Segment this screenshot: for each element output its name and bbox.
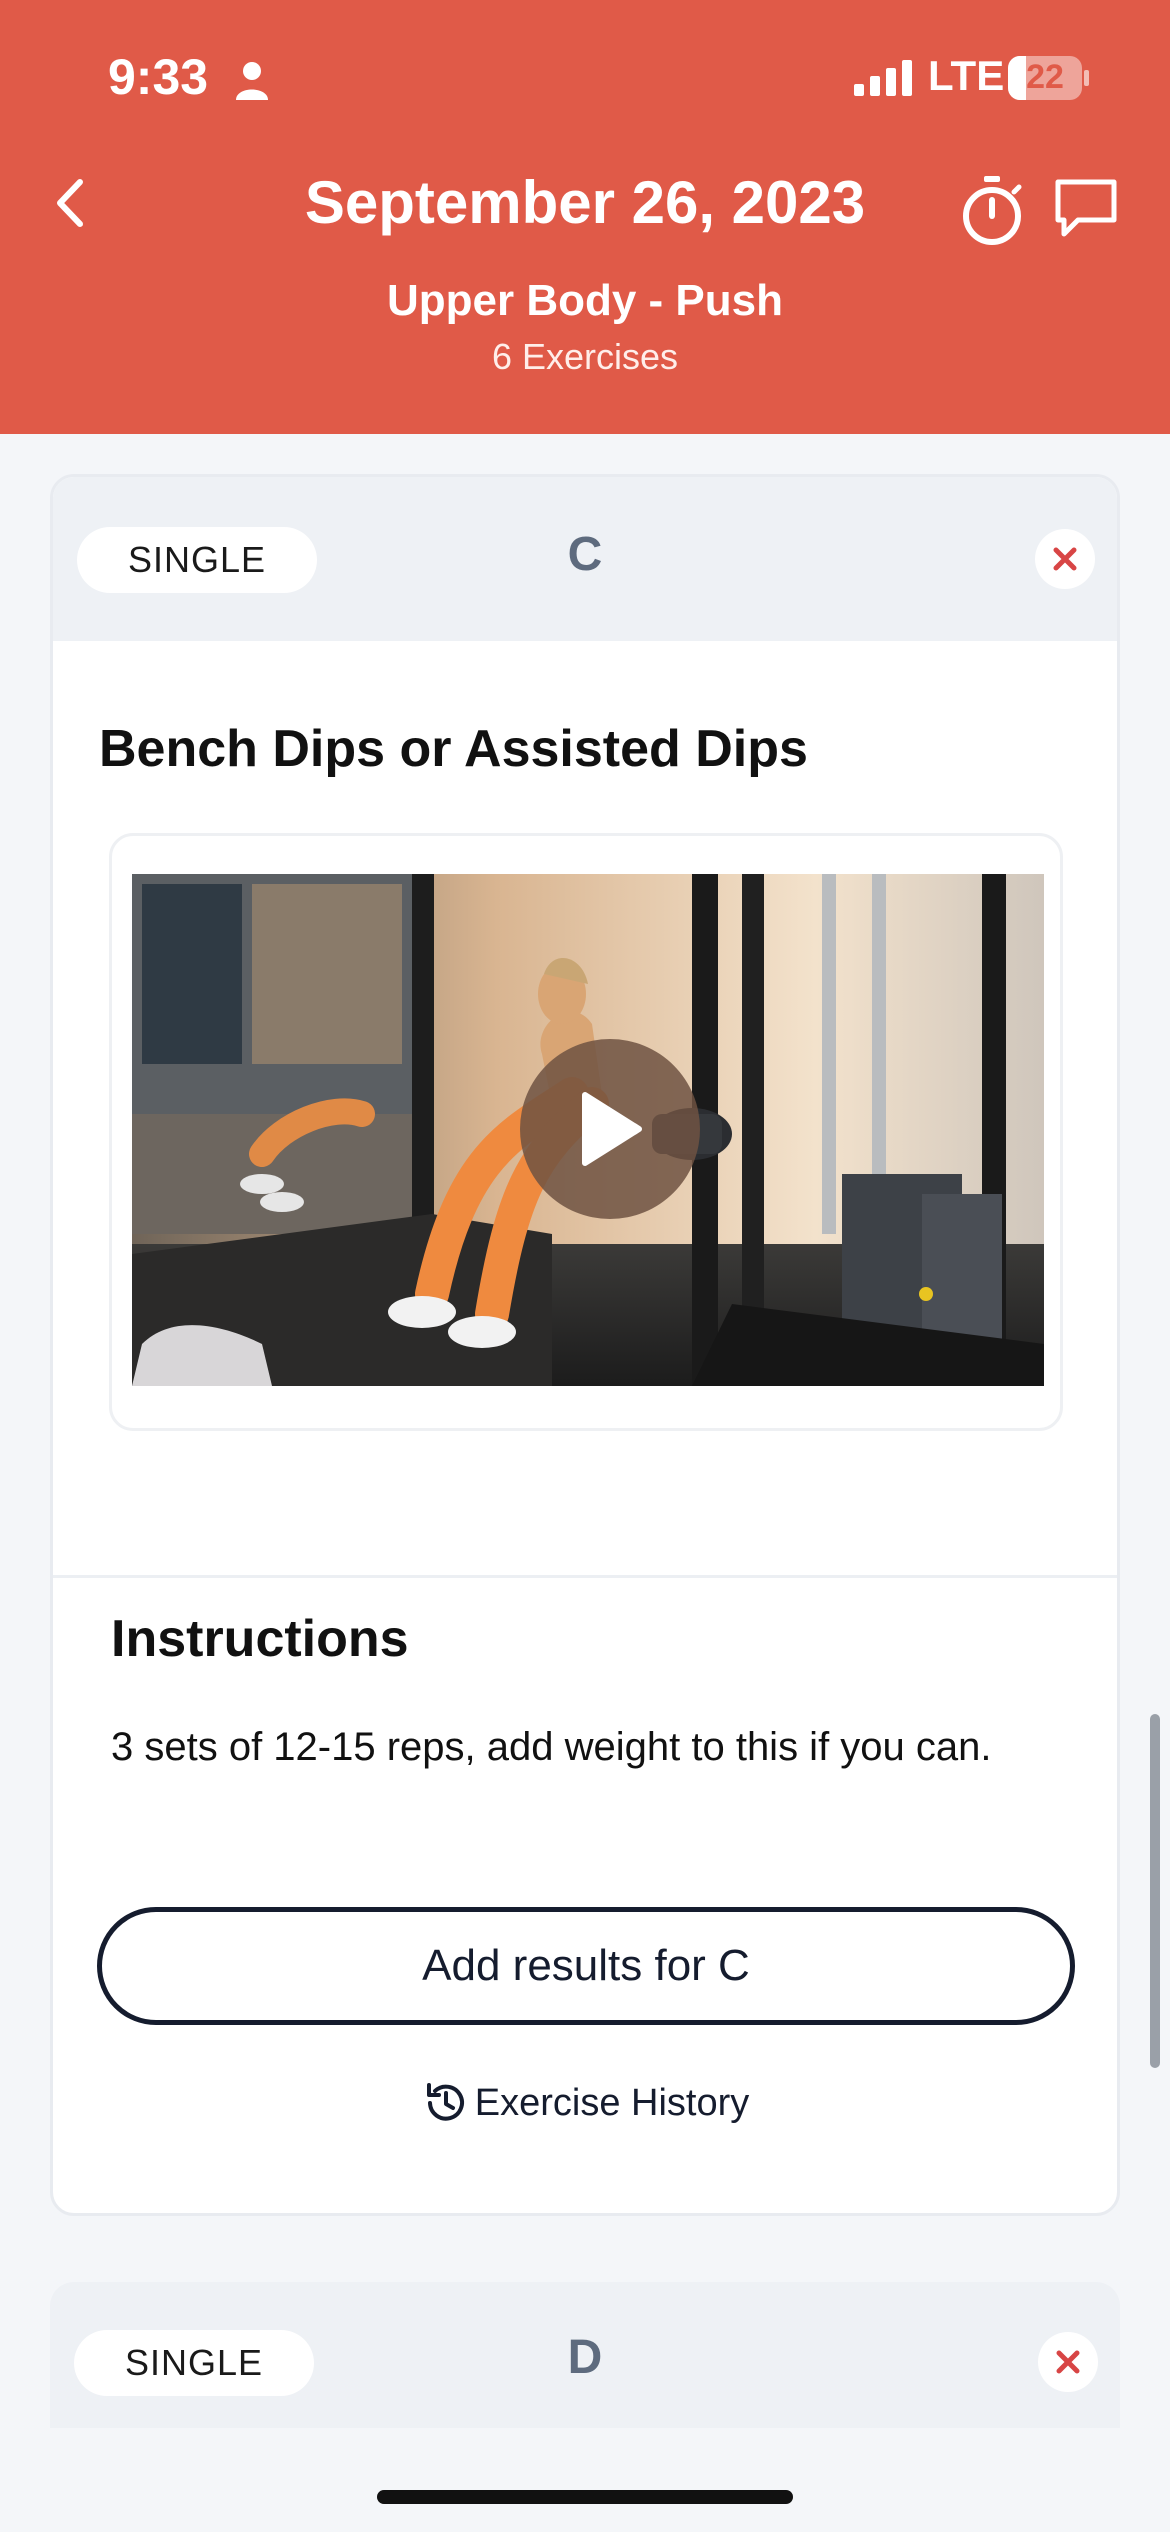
card-header: SINGLE C <box>53 477 1117 641</box>
play-icon <box>582 1092 642 1166</box>
stopwatch-icon[interactable] <box>958 174 1026 248</box>
exercise-letter: D <box>567 2331 603 2384</box>
chat-bubble-icon[interactable] <box>1052 176 1120 240</box>
video-thumbnail[interactable] <box>132 874 1044 1386</box>
cellular-signal-icon <box>854 60 912 96</box>
workout-name: Upper Body - Push <box>386 276 784 325</box>
header: 9:33 LTE 22 September 26, 2023 Upper Bod… <box>0 0 1170 434</box>
exercise-letter: C <box>567 528 603 581</box>
instructions-text: 3 sets of 12-15 reps, add weight to this… <box>111 1725 992 1769</box>
exercise-history-link[interactable]: Exercise History <box>53 2075 1117 2131</box>
bottom-area <box>0 2428 1170 2532</box>
status-time: 9:33 <box>108 49 209 105</box>
home-indicator[interactable] <box>377 2490 793 2504</box>
exercise-history-label: Exercise History <box>474 2081 750 2124</box>
remove-exercise-button[interactable] <box>1038 2332 1098 2392</box>
exercise-title: Bench Dips or Assisted Dips <box>99 720 808 778</box>
exercise-video <box>109 833 1063 1431</box>
exercise-count: 6 Exercises <box>491 336 679 377</box>
exercise-card-c: SINGLE C Bench Dips or Assisted Dips Ins… <box>50 474 1120 2216</box>
divider <box>53 1575 1117 1578</box>
battery-icon: 22 <box>1008 56 1089 100</box>
add-results-button[interactable]: Add results for C <box>97 1907 1075 2025</box>
network-type: LTE <box>928 52 1005 99</box>
instructions-heading: Instructions <box>111 1610 409 1668</box>
history-icon <box>426 2083 464 2121</box>
play-button[interactable] <box>520 1039 700 1219</box>
remove-exercise-button[interactable] <box>1035 529 1095 589</box>
close-icon <box>1053 547 1077 571</box>
battery-level: 22 <box>1026 58 1064 96</box>
scrollbar[interactable] <box>1150 1714 1160 2068</box>
close-icon <box>1056 2350 1080 2374</box>
person-icon <box>236 62 268 100</box>
exercise-card-d: SINGLE D <box>50 2282 1120 2428</box>
workout-day-screen: 9:33 LTE 22 September 26, 2023 Upper Bod… <box>0 0 1170 2532</box>
